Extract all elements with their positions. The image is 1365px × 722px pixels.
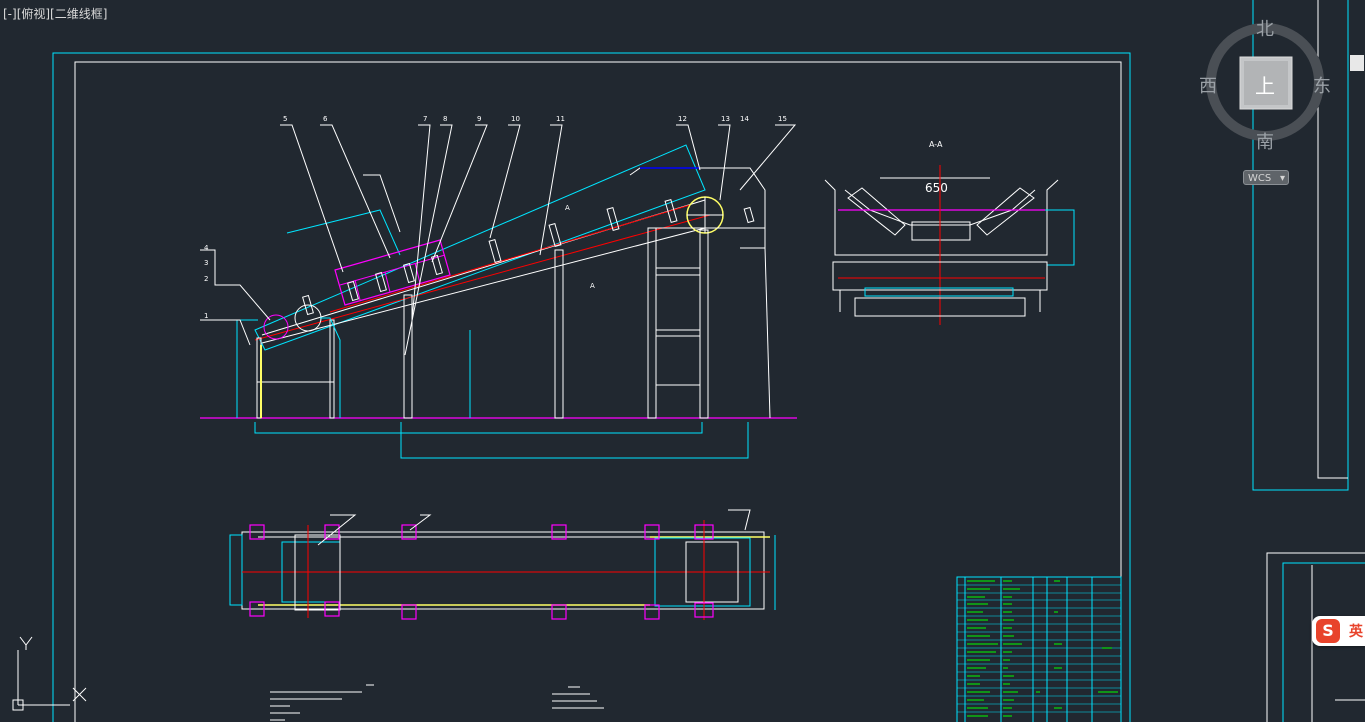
view-a-label: A (565, 204, 570, 212)
bom-table (956, 576, 1122, 722)
part-label-11: 11 (556, 115, 565, 123)
outer-frame (52, 52, 1131, 722)
tail-frame (236, 319, 258, 418)
section-label: A-A (929, 140, 943, 149)
ucs-y-label: Y (0, 0, 10, 4)
dimension-lines (254, 330, 749, 459)
viewcube-south[interactable]: 南 (1256, 128, 1274, 154)
leader-lines (200, 124, 797, 356)
part-label-4: 4 (204, 244, 209, 252)
belt-bottom (261, 227, 706, 344)
inner-frame (74, 61, 1122, 722)
ime-mode-label: 英 (1349, 624, 1363, 640)
part-label-5: 5 (283, 115, 287, 123)
technical-notes (270, 684, 604, 721)
part-label-6: 6 (323, 115, 328, 123)
dimension-650: 650 (925, 181, 948, 195)
view-a-label-2: A (590, 282, 595, 290)
viewcube-north[interactable]: 北 (1256, 15, 1274, 41)
wcs-label: WCS (1248, 173, 1272, 184)
part-label-8: 8 (443, 115, 447, 123)
tail-pulley (263, 314, 289, 340)
part-label-12: 12 (678, 115, 687, 123)
viewcube[interactable]: 北 南 东 西 上 (1195, 10, 1335, 190)
viewcube-west[interactable]: 西 (1199, 72, 1217, 98)
scrollbar-thumb[interactable] (1350, 55, 1364, 71)
part-label-7: 7 (423, 115, 427, 123)
part-label-3: 3 (204, 259, 208, 267)
viewcube-top-face[interactable]: 上 (1255, 70, 1275, 99)
chevron-down-icon: ▾ (1279, 173, 1285, 184)
part-label-1: 1 (204, 312, 208, 320)
viewcube-east[interactable]: 东 (1313, 72, 1331, 98)
part-label-13: 13 (721, 115, 730, 123)
part-label-9: 9 (477, 115, 481, 123)
wcs-dropdown[interactable]: WCS ▾ (1243, 170, 1289, 185)
ucs-x-label: X (0, 0, 11, 4)
section-view: A-A 650 (824, 140, 1075, 325)
sogou-icon: S (1316, 619, 1340, 643)
incline-frame (254, 144, 706, 351)
belt-centerline (254, 214, 711, 341)
hood-left (286, 209, 401, 256)
part-label-2: 2 (204, 275, 208, 283)
ime-indicator[interactable]: S 英 (1312, 616, 1365, 646)
plan-view (229, 509, 776, 620)
part-label-10: 10 (511, 115, 520, 123)
support-legs (256, 227, 771, 419)
part-label-14: 14 (740, 115, 749, 123)
part-label-15: 15 (778, 115, 787, 123)
head-hood (629, 167, 766, 249)
cad-drawing-canvas[interactable]: 5 6 7 8 9 10 11 12 13 14 15 4 3 2 1 A A … (0, 0, 1365, 722)
